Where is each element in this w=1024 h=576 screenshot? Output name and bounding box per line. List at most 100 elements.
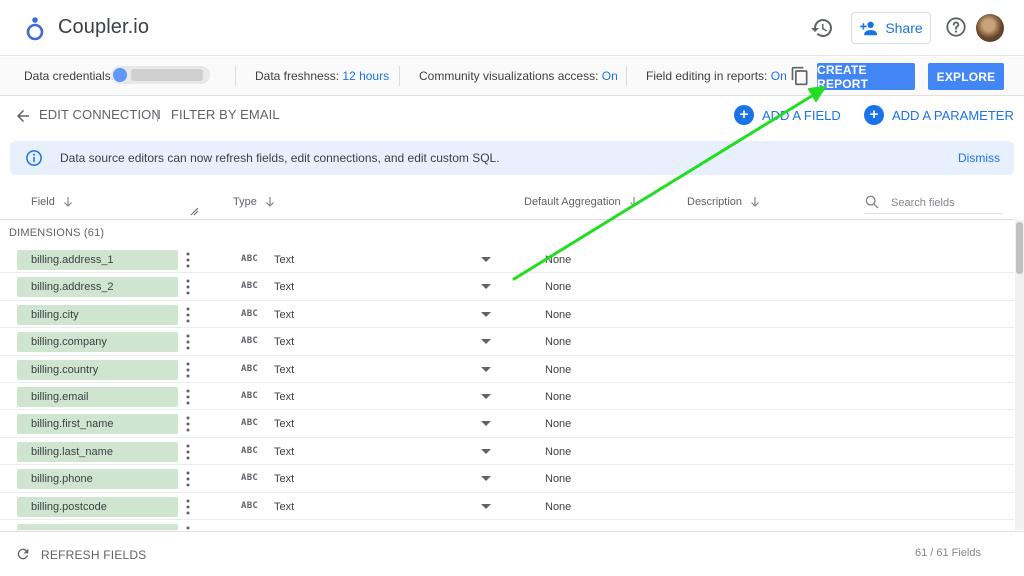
field-name-chip[interactable]: billing.last_name [17,441,178,462]
kebab-icon[interactable] [185,444,191,460]
field-row[interactable]: billing.email ABC Text None [0,383,1014,411]
field-name-chip[interactable]: billing.address_2 [17,277,178,298]
community-value[interactable]: On [602,69,618,83]
kebab-icon[interactable] [185,334,191,350]
field-type-select[interactable]: Text [274,473,294,485]
field-row[interactable]: billing.postcode ABC Text None [0,493,1014,520]
create-report-button[interactable]: CREATE REPORT [817,63,915,91]
copy-icon[interactable] [790,66,810,86]
kebab-icon[interactable] [185,389,191,405]
field-row[interactable] [0,520,1014,530]
field-type-select[interactable]: Text [274,336,294,348]
field-row[interactable]: billing.address_1 ABC Text None [0,246,1014,274]
field-name-chip[interactable]: billing.email [17,386,178,407]
field-aggregation[interactable]: None [545,364,571,376]
data-freshness[interactable]: Data freshness: 12 hours [255,69,389,83]
field-row[interactable]: billing.first_name ABC Text None [0,410,1014,438]
refresh-fields-button[interactable]: REFRESH FIELDS [41,548,147,562]
user-icon [113,68,127,82]
field-row[interactable]: billing.phone ABC Text None [0,465,1014,493]
plus-icon: + [734,105,754,125]
field-name-chip[interactable]: billing.country [17,359,178,380]
dropdown-icon[interactable] [481,284,491,290]
edit-connection-link[interactable]: EDIT CONNECTION [39,107,161,122]
resize-handle-icon[interactable] [189,206,199,216]
filter-by-email-link[interactable]: FILTER BY EMAIL [171,107,280,122]
column-header-description[interactable]: Description [687,196,760,208]
help-icon[interactable] [945,16,967,38]
field-name-chip[interactable]: billing.address_1 [17,250,178,270]
dismiss-button[interactable]: Dismiss [958,151,1000,165]
field-name-chip[interactable]: billing.company [17,332,178,353]
field-row[interactable]: billing.city ABC Text None [0,301,1014,329]
editor-footer: REFRESH FIELDS 61 / 61 Fields [0,531,1024,576]
field-aggregation[interactable]: None [545,446,571,458]
column-header-type[interactable]: Type [233,196,275,208]
scrollbar-thumb[interactable] [1016,222,1023,274]
kebab-icon[interactable] [185,252,191,268]
share-button[interactable]: Share [851,12,931,44]
field-type-select[interactable]: Text [274,501,294,513]
freshness-value[interactable]: 12 hours [342,69,389,83]
field-type-select[interactable]: Text [274,391,294,403]
field-type-select[interactable]: Text [274,364,294,376]
field-name-chip[interactable]: billing.postcode [17,496,178,517]
dropdown-icon[interactable] [481,476,491,482]
column-header-default-aggregation[interactable]: Default Aggregation [524,196,639,208]
field-aggregation[interactable]: None [545,473,571,485]
field-type-select[interactable]: Text [274,418,294,430]
coupler-logo-icon [26,17,44,41]
kebab-icon[interactable] [185,416,191,432]
field-type-select[interactable]: Text [274,254,294,266]
community-visualizations[interactable]: Community visualizations access: On [419,69,618,83]
dropdown-icon[interactable] [481,503,491,509]
kebab-icon[interactable] [185,362,191,378]
field-name-chip[interactable]: billing.phone [17,469,178,490]
add-parameter-button[interactable]: + ADD A PARAMETER [864,105,1014,125]
field-editing[interactable]: Field editing in reports: On [646,69,787,83]
history-icon[interactable] [810,16,834,40]
field-type-select[interactable]: Text [274,309,294,321]
dropdown-icon[interactable] [481,421,491,427]
field-row[interactable]: billing.address_2 ABC Text None [0,273,1014,301]
column-header-field-label: Field [31,196,55,208]
field-type-select[interactable]: Text [274,446,294,458]
dropdown-icon[interactable] [481,366,491,372]
field-aggregation[interactable]: None [545,281,571,293]
kebab-icon[interactable] [185,279,191,295]
kebab-icon[interactable] [185,471,191,487]
field-aggregation[interactable]: None [545,391,571,403]
field-aggregation[interactable]: None [545,501,571,513]
dropdown-icon[interactable] [481,257,491,262]
back-arrow-icon[interactable] [14,107,32,125]
field-row[interactable]: billing.country ABC Text None [0,356,1014,383]
kebab-icon[interactable] [185,499,191,515]
kebab-icon[interactable] [185,307,191,323]
field-editing-value[interactable]: On [771,69,787,83]
field-name-chip[interactable] [17,523,178,530]
field-name-chip[interactable]: billing.first_name [17,414,178,435]
dropdown-icon[interactable] [481,311,491,317]
sort-arrow-icon [265,197,274,207]
app-bar: Coupler.io Share [0,0,1024,56]
banner-message: Data source editors can now refresh fiel… [60,151,500,165]
field-aggregation[interactable]: None [545,418,571,430]
add-field-button[interactable]: + ADD A FIELD [734,105,841,125]
column-header-field[interactable]: Field [31,196,73,208]
field-aggregation[interactable]: None [545,254,571,266]
dropdown-icon[interactable] [481,393,491,399]
refresh-icon[interactable] [15,546,31,562]
explore-button[interactable]: EXPLORE [928,63,1004,90]
dropdown-icon[interactable] [481,339,491,345]
kebab-icon[interactable] [185,526,191,530]
field-aggregation[interactable]: None [545,309,571,321]
field-aggregation[interactable]: None [545,336,571,348]
avatar[interactable] [976,14,1004,42]
dropdown-icon[interactable] [481,448,491,454]
field-row[interactable]: billing.company ABC Text None [0,328,1014,356]
credentials-chip[interactable] [111,66,210,84]
field-type-select[interactable]: Text [274,281,294,293]
field-row[interactable]: billing.last_name ABC Text None [0,438,1014,466]
field-name-chip[interactable]: billing.city [17,304,178,325]
search-fields-input[interactable] [891,195,1001,210]
